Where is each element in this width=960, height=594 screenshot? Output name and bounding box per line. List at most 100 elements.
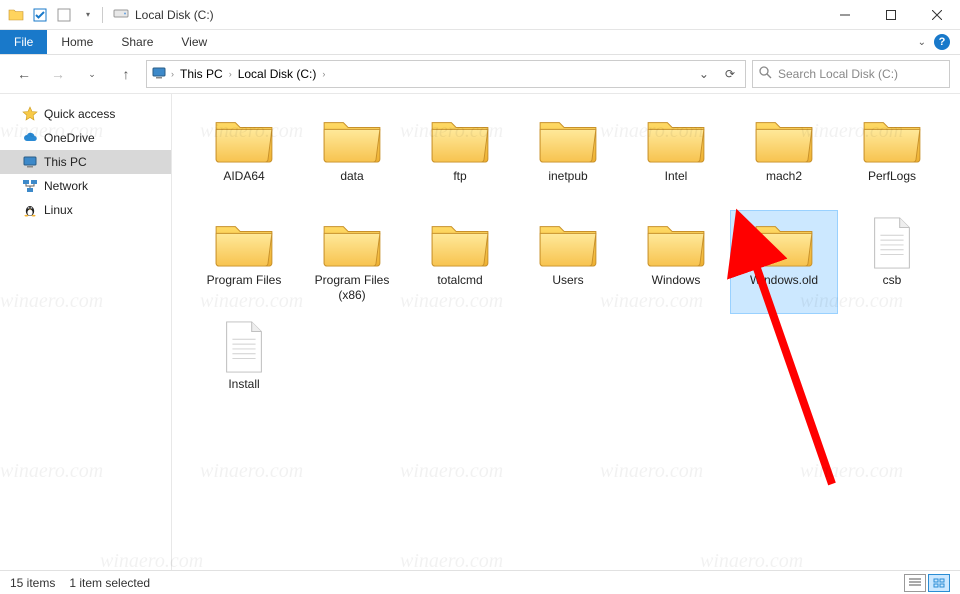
breadcrumb-local-disk[interactable]: Local Disk (C:)	[236, 65, 319, 83]
item-label: PerfLogs	[864, 167, 920, 184]
back-button[interactable]: ←	[10, 60, 38, 88]
folder-item-mach2[interactable]: mach2	[730, 106, 838, 210]
help-icon[interactable]: ?	[934, 34, 950, 50]
folder-icon	[642, 111, 710, 167]
folder-icon	[318, 215, 386, 271]
folder-icon	[534, 215, 602, 271]
nav-item-label: OneDrive	[44, 131, 95, 145]
item-label: totalcmd	[433, 271, 486, 288]
folder-item-aida64[interactable]: AIDA64	[190, 106, 298, 210]
folder-icon	[210, 111, 278, 167]
folder-icon	[750, 215, 818, 271]
file-icon	[210, 319, 278, 375]
titlebar-separator	[102, 7, 103, 23]
pc-icon	[22, 154, 38, 170]
window-title-text: Local Disk (C:)	[135, 8, 214, 22]
search-placeholder: Search Local Disk (C:)	[778, 67, 898, 81]
item-label: Windows	[648, 271, 705, 288]
chevron-right-icon[interactable]: ›	[171, 69, 174, 79]
quick-access-toolbar: ▾	[0, 5, 98, 25]
item-label: Program Files (x86)	[299, 271, 405, 303]
folder-item-data[interactable]: data	[298, 106, 406, 210]
status-selected-count: 1 item selected	[69, 576, 150, 590]
folder-icon	[318, 111, 386, 167]
folder-item-intel[interactable]: Intel	[622, 106, 730, 210]
folder-item-totalcmd[interactable]: totalcmd	[406, 210, 514, 314]
folder-icon	[858, 111, 926, 167]
item-label: mach2	[762, 167, 806, 184]
nav-item-label: Linux	[44, 203, 73, 217]
folder-item-inetpub[interactable]: inetpub	[514, 106, 622, 210]
item-label: inetpub	[544, 167, 591, 184]
folder-icon	[210, 215, 278, 271]
ribbon-tab-share[interactable]: Share	[107, 30, 167, 54]
address-bar[interactable]: › This PC › Local Disk (C:) › ⌄ ⟳	[146, 60, 746, 88]
view-details-button[interactable]	[904, 574, 926, 592]
checkbox-checked-icon[interactable]	[30, 5, 50, 25]
tux-icon	[22, 202, 38, 218]
cloud-icon	[22, 130, 38, 146]
qat-dropdown-icon[interactable]: ▾	[78, 5, 98, 25]
folder-icon	[642, 215, 710, 271]
search-icon	[759, 66, 772, 82]
nav-item-label: Quick access	[44, 107, 115, 121]
view-large-icons-button[interactable]	[928, 574, 950, 592]
maximize-button[interactable]	[868, 0, 914, 30]
titlebar-title: Local Disk (C:)	[113, 5, 214, 24]
window-controls	[822, 0, 960, 30]
checkbox-unchecked-icon[interactable]	[54, 5, 74, 25]
item-label: data	[336, 167, 367, 184]
network-icon	[22, 178, 38, 194]
item-grid: AIDA64 data ftp inetpub Intel mach2 PerfLogs Pr…	[190, 106, 956, 418]
refresh-icon[interactable]: ⟳	[719, 67, 741, 81]
file-item-csb[interactable]: csb	[838, 210, 946, 314]
item-label: AIDA64	[219, 167, 268, 184]
drive-icon	[113, 5, 129, 24]
nav-item-quick-access[interactable]: Quick access	[0, 102, 171, 126]
minimize-button[interactable]	[822, 0, 868, 30]
ribbon-tab-view[interactable]: View	[167, 30, 221, 54]
star-icon	[22, 106, 38, 122]
up-button[interactable]: ↑	[112, 60, 140, 88]
item-label: Intel	[661, 167, 692, 184]
content-pane[interactable]: AIDA64 data ftp inetpub Intel mach2 PerfLogs Pr…	[172, 94, 960, 570]
address-dropdown-icon[interactable]: ⌄	[693, 67, 715, 81]
folder-icon	[426, 215, 494, 271]
folder-item-users[interactable]: Users	[514, 210, 622, 314]
forward-button[interactable]: →	[44, 60, 72, 88]
nav-item-this-pc[interactable]: This PC	[0, 150, 171, 174]
close-button[interactable]	[914, 0, 960, 30]
file-item-install[interactable]: Install	[190, 314, 298, 418]
chevron-right-icon[interactable]: ›	[229, 69, 232, 79]
item-label: Install	[224, 375, 263, 392]
nav-item-onedrive[interactable]: OneDrive	[0, 126, 171, 150]
body: Quick accessOneDriveThis PCNetworkLinux …	[0, 93, 960, 570]
item-label: Windows.old	[746, 271, 822, 288]
folder-item-windows[interactable]: Windows	[622, 210, 730, 314]
item-label: Program Files	[203, 271, 286, 288]
ribbon-expand-icon[interactable]: ⌄	[918, 37, 926, 48]
folder-item-program-files-x86-[interactable]: Program Files (x86)	[298, 210, 406, 314]
folder-icon	[426, 111, 494, 167]
folder-item-ftp[interactable]: ftp	[406, 106, 514, 210]
breadcrumb-this-pc[interactable]: This PC	[178, 65, 225, 83]
search-box[interactable]: Search Local Disk (C:)	[752, 60, 950, 88]
item-label: csb	[879, 271, 906, 288]
folder-item-program-files[interactable]: Program Files	[190, 210, 298, 314]
status-item-count: 15 items	[10, 576, 55, 590]
folder-icon	[6, 5, 26, 25]
ribbon-file-tab[interactable]: File	[0, 30, 47, 54]
folder-item-windows-old[interactable]: Windows.old	[730, 210, 838, 314]
navigation-pane: Quick access OneDrive This PC Network Linux	[0, 94, 172, 570]
item-label: Users	[548, 271, 587, 288]
nav-item-linux[interactable]: Linux	[0, 198, 171, 222]
pc-icon	[151, 65, 167, 84]
folder-icon	[534, 111, 602, 167]
nav-item-label: This PC	[44, 155, 87, 169]
recent-locations-dropdown[interactable]: ⌄	[78, 60, 106, 88]
ribbon-tab-home[interactable]: Home	[47, 30, 107, 54]
folder-item-perflogs[interactable]: PerfLogs	[838, 106, 946, 210]
address-bar-row: ← → ⌄ ↑ › This PC › Local Disk (C:) › ⌄ …	[0, 55, 960, 93]
chevron-right-icon[interactable]: ›	[322, 69, 325, 79]
nav-item-network[interactable]: Network	[0, 174, 171, 198]
